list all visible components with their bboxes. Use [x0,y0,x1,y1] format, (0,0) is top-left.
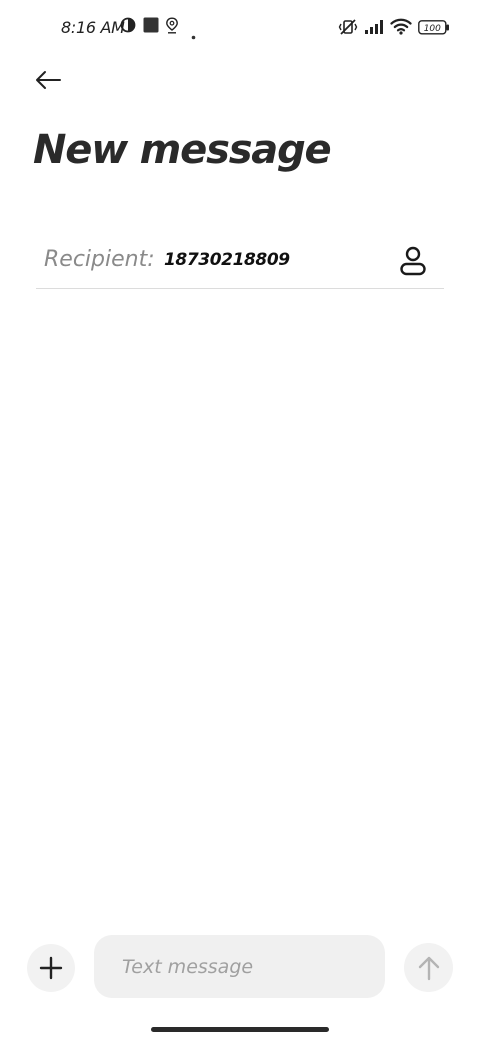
message-field[interactable] [94,935,385,998]
home-indicator[interactable] [151,1027,329,1032]
vibrate-off-icon [338,18,358,40]
recipient-input[interactable]: 18730218809 [164,250,290,270]
battery-level-text: 100 [424,24,441,34]
dot-icon [191,25,196,44]
plus-icon [39,956,63,980]
battery-icon: 100 [418,20,450,39]
status-bar: 8:16 AM 100 [0,0,480,56]
text-message-input[interactable] [94,935,385,998]
status-time: 8:16 AM [61,18,125,37]
attach-button[interactable] [27,944,75,992]
recipient-label: Recipient: [44,247,155,272]
page-title: New message [33,127,332,173]
back-button[interactable] [28,62,68,98]
wifi-icon [390,18,412,39]
square-notification-icon [143,17,159,37]
person-icon [400,246,426,276]
data-saver-icon [120,17,136,37]
signal-icon [364,19,386,39]
arrow-up-icon [418,956,439,980]
send-button[interactable] [404,943,453,992]
arrow-left-icon [36,71,61,89]
recipient-row[interactable]: Recipient: 18730218809 [36,236,444,289]
location-icon [165,17,179,38]
add-contact-button[interactable] [396,244,430,278]
